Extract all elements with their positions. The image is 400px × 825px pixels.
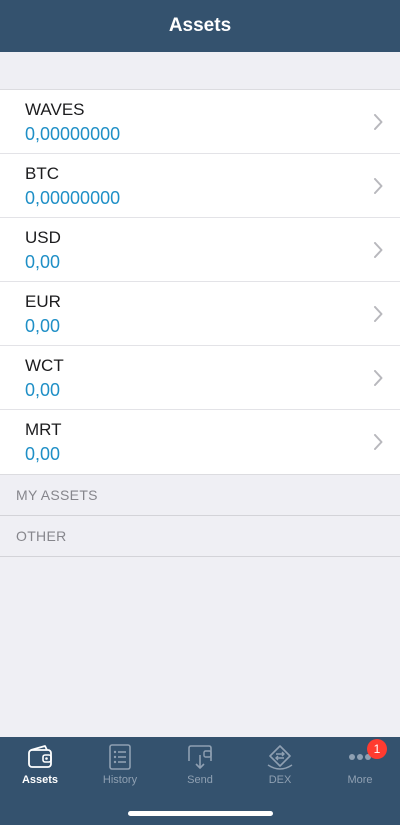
asset-balance: 0,00000000 <box>25 124 121 144</box>
asset-name: WAVES <box>25 100 85 119</box>
home-indicator[interactable] <box>128 811 273 816</box>
asset-balance: 0,00 <box>25 380 61 400</box>
tab-label: Send <box>187 774 213 786</box>
asset-name: BTC <box>25 164 59 183</box>
asset-balance: 0,00 <box>25 252 61 272</box>
chevron-right-icon <box>374 242 383 258</box>
section-label: MY ASSETS <box>16 487 98 503</box>
asset-row-waves[interactable]: WAVES 0,00000000 <box>0 90 400 154</box>
navigation-bar: Assets <box>0 0 400 52</box>
asset-name: USD <box>25 228 61 247</box>
tab-label: Assets <box>21 774 59 786</box>
asset-row-btc[interactable]: BTC 0,00000000 <box>0 154 400 218</box>
dex-icon <box>267 745 293 770</box>
send-icon <box>188 745 212 769</box>
tab-history[interactable]: History <box>80 737 160 793</box>
tab-send[interactable]: Send <box>160 737 240 793</box>
section-other[interactable]: OTHER <box>0 516 400 557</box>
asset-balance: 0,00 <box>25 444 61 464</box>
asset-balance: 0,00000000 <box>25 188 121 208</box>
chevron-right-icon <box>374 178 383 194</box>
wallet-icon <box>28 745 52 768</box>
asset-balance: 0,00 <box>25 316 61 336</box>
notification-badge: 1 <box>367 739 387 759</box>
asset-name: EUR <box>25 292 61 311</box>
chevron-right-icon <box>374 114 383 130</box>
section-my-assets[interactable]: MY ASSETS <box>0 475 400 516</box>
asset-row-wct[interactable]: WCT 0,00 <box>0 346 400 410</box>
asset-name: WCT <box>25 356 64 375</box>
tab-label: History <box>102 774 138 786</box>
asset-list: WAVES 0,00000000 BTC 0,00000000 USD 0,00… <box>0 89 400 475</box>
chevron-right-icon <box>374 370 383 386</box>
tab-more[interactable]: More 1 <box>320 737 400 793</box>
tab-label: More <box>347 774 373 786</box>
asset-row-eur[interactable]: EUR 0,00 <box>0 282 400 346</box>
chevron-right-icon <box>374 434 383 450</box>
page-title: Assets <box>168 15 232 36</box>
list-icon <box>109 744 131 770</box>
asset-row-mrt[interactable]: MRT 0,00 <box>0 410 400 474</box>
tab-label: DEX <box>268 774 292 786</box>
section-label: OTHER <box>16 528 67 544</box>
tab-assets[interactable]: Assets <box>0 737 80 793</box>
tab-dex[interactable]: DEX <box>240 737 320 793</box>
chevron-right-icon <box>374 306 383 322</box>
asset-row-usd[interactable]: USD 0,00 <box>0 218 400 282</box>
asset-name: MRT <box>25 420 62 439</box>
